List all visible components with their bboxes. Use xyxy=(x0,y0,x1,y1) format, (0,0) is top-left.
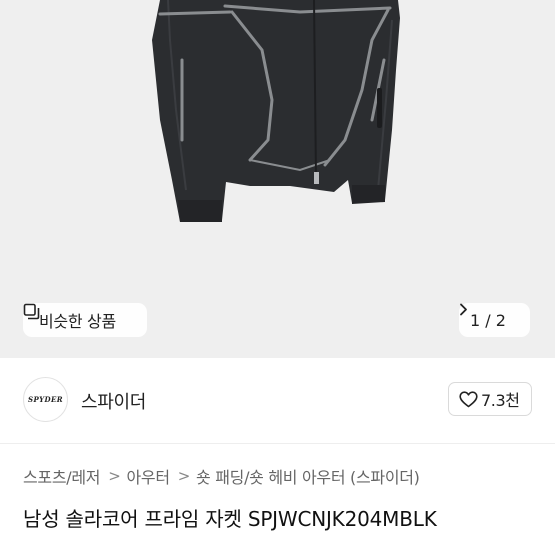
breadcrumb-item-sports[interactable]: 스포츠/레저 xyxy=(23,464,101,488)
seller-logo-text: SPYDER xyxy=(28,395,63,404)
like-count: 7.3천 xyxy=(481,391,520,410)
product-title: 남성 솔라코어 프라임 자켓 SPJWCNJK204MBLK xyxy=(23,507,437,531)
seller-logo[interactable]: SPYDER xyxy=(23,377,68,422)
breadcrumb: 스포츠/레저 > 아우터 > 숏 패딩/숏 헤비 아우터 (스파이더) xyxy=(23,464,420,488)
product-image-gallery[interactable]: 비슷한 상품 1 / 2 xyxy=(0,0,555,358)
breadcrumb-item-short-padding[interactable]: 숏 패딩/숏 헤비 아우터 (스파이더) xyxy=(196,464,420,488)
page-indicator-text: 1 / 2 xyxy=(470,310,506,330)
seller-name[interactable]: 스파이더 xyxy=(81,388,146,414)
breadcrumb-separator: > xyxy=(108,467,121,485)
image-page-indicator[interactable]: 1 / 2 xyxy=(459,303,530,337)
similar-products-label: 비슷한 상품 xyxy=(39,312,116,331)
breadcrumb-item-outer[interactable]: 아우터 xyxy=(126,464,170,488)
breadcrumb-separator: > xyxy=(177,467,191,485)
heart-icon xyxy=(459,390,478,408)
like-button[interactable]: 7.3천 xyxy=(448,382,532,416)
similar-products-button[interactable]: 비슷한 상품 xyxy=(23,303,147,337)
